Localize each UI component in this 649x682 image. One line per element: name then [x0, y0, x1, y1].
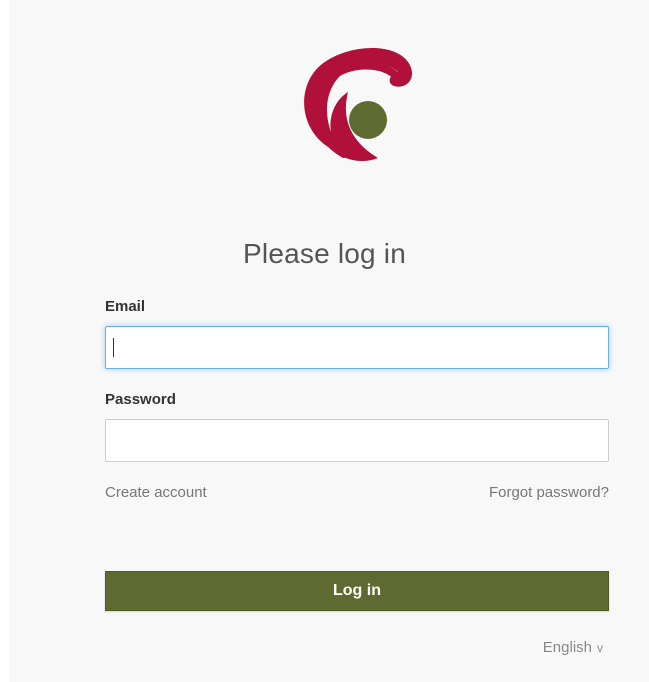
email-label: Email	[105, 298, 146, 315]
email-field[interactable]	[105, 326, 609, 369]
language-selector[interactable]: English v	[543, 639, 603, 656]
create-account-link[interactable]: Create account	[105, 484, 207, 501]
login-button[interactable]: Log in	[105, 571, 609, 611]
app-logo-icon	[304, 47, 413, 161]
chevron-down-icon: v	[597, 641, 603, 655]
password-label: Password	[105, 391, 176, 408]
language-label: English	[542, 639, 592, 656]
page-title: Please log in	[243, 238, 406, 269]
password-field[interactable]	[105, 419, 609, 462]
forgot-password-link[interactable]: Forgot password?	[489, 484, 609, 501]
text-caret	[113, 338, 114, 357]
